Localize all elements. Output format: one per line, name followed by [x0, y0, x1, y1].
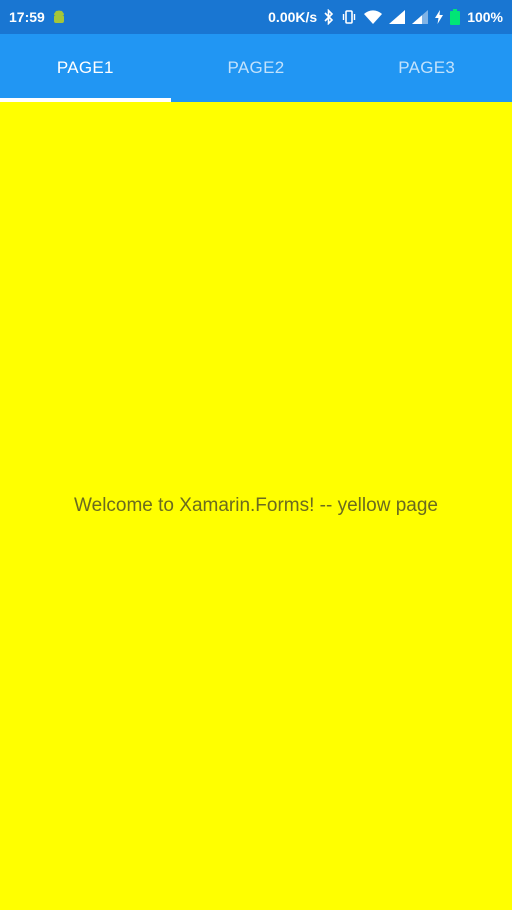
welcome-label: Welcome to Xamarin.Forms! -- yellow page [74, 495, 438, 516]
tab-page1[interactable]: PAGE1 [0, 34, 171, 102]
status-bar-left: 17:59 [9, 9, 65, 25]
app-screen: 17:59 0.00K/s 100% PAGE1 PAGE2 PAGE3 Wel… [0, 0, 512, 910]
android-icon [53, 9, 65, 25]
battery-percent: 100% [467, 9, 503, 25]
tab-page2[interactable]: PAGE2 [171, 34, 342, 102]
tab-page2-label: PAGE2 [227, 58, 285, 77]
battery-icon [450, 9, 461, 25]
tab-page3[interactable]: PAGE3 [341, 34, 512, 102]
page-content: Welcome to Xamarin.Forms! -- yellow page [0, 102, 512, 910]
tab-page1-label: PAGE1 [56, 58, 114, 77]
vibrate-icon [341, 9, 357, 25]
status-bar-right: 0.00K/s 100% [268, 9, 503, 25]
signal-icon-2 [412, 9, 429, 25]
bluetooth-icon [324, 9, 334, 25]
network-speed: 0.00K/s [268, 9, 318, 25]
wifi-icon [364, 9, 383, 25]
status-bar: 17:59 0.00K/s 100% [0, 0, 512, 34]
tab-bar: PAGE1 PAGE2 PAGE3 [0, 34, 512, 102]
status-time: 17:59 [9, 9, 45, 25]
tab-page3-label: PAGE3 [398, 58, 456, 77]
signal-icon [389, 9, 406, 25]
charging-icon [435, 9, 444, 25]
